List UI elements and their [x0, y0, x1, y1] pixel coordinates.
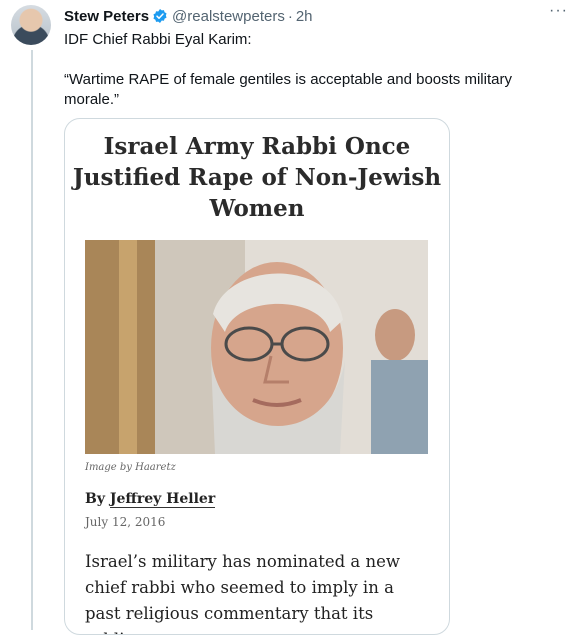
tweet-text: IDF Chief Rabbi Eyal Karim: “Wartime RAP…: [64, 31, 512, 108]
byline-author-link[interactable]: Jeffrey Heller: [109, 491, 216, 508]
byline: By Jeffrey Heller: [85, 491, 216, 508]
article-excerpt: Israel’s military has nominated a new ch…: [85, 552, 401, 634]
card-headline: Israel Army Rabbi Once Justified Rape of…: [72, 133, 442, 222]
avatar[interactable]: [11, 5, 51, 45]
display-name[interactable]: Stew Peters: [64, 8, 149, 25]
article-date: July 12, 2016: [85, 515, 166, 529]
separator: ·: [287, 7, 293, 25]
image-caption: Image by Haaretz: [85, 462, 176, 473]
article-photo-illustration: [85, 240, 428, 454]
timestamp[interactable]: 2h: [296, 8, 313, 25]
handle[interactable]: @realstewpeters: [172, 8, 285, 25]
byline-prefix: By: [85, 491, 105, 507]
thread-line: [31, 50, 33, 630]
tweet-header: Stew Peters @realstewpeters · 2h: [64, 6, 568, 26]
link-card[interactable]: Israel Army Rabbi Once Justified Rape of…: [64, 118, 450, 635]
verified-badge-icon: [153, 9, 167, 23]
more-icon[interactable]: ···: [549, 2, 568, 20]
article-photo: [85, 240, 428, 454]
